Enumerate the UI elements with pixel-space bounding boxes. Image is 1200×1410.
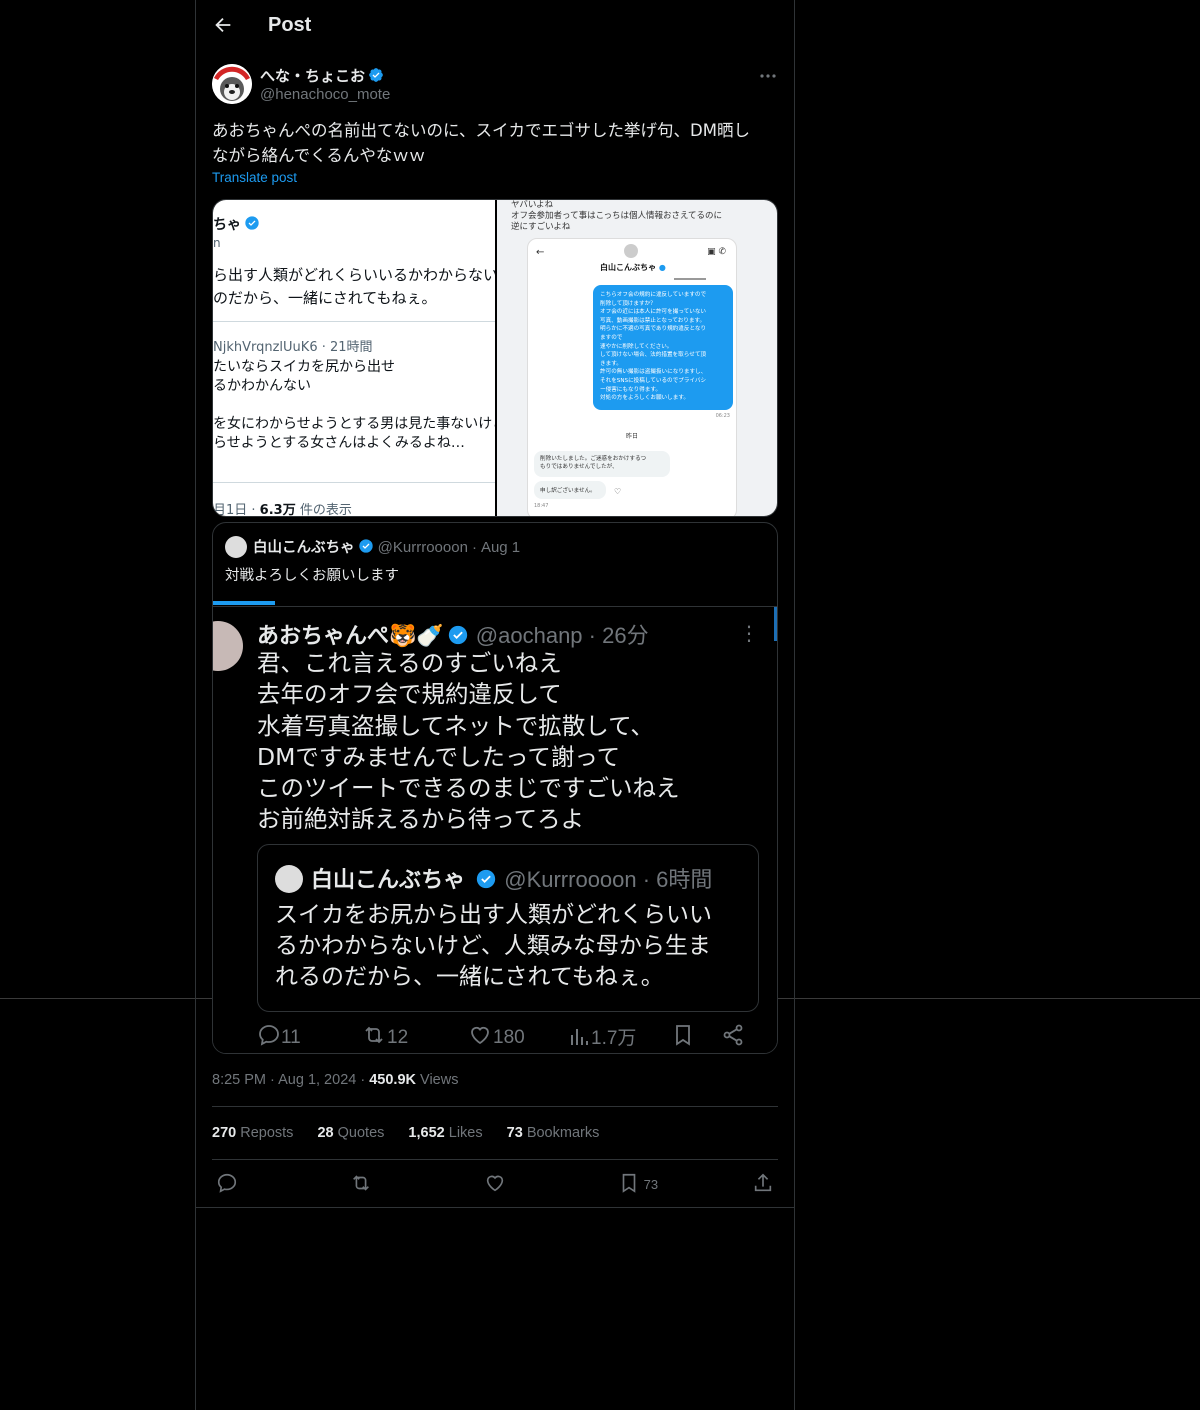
screenshot-text: ら出す人類がどれくらいいるかわからない のだから、一緒にされてもねぇ。 (213, 266, 495, 307)
retweet-icon (353, 1175, 369, 1191)
post-stats: 270 Reposts 28 Quotes 1,652 Likes 73 Boo… (212, 1125, 619, 1141)
bookmark-icon (671, 1023, 695, 1049)
embedded-quoted-text: スイカをお尻から出す人類がどれくらいい るかわからないけど、人類みな母から生ま … (275, 902, 712, 990)
embedded-reply-count: 11 (257, 1023, 301, 1049)
divider (212, 1159, 778, 1160)
dm-bubble-gray: 削除いたしました。ご迷惑をおかけするつ もりではありませんでしたが、 (534, 451, 670, 477)
embedded-quoted-tweet: 白山こんぶちゃ @Kurrroooon · 6時間 スイカをお尻から出す人類がど… (257, 844, 759, 1012)
post-text: あおちゃんぺの名前出てないのに、スイカでエゴサした挙げ句、DM晒し ながら絡んで… (212, 121, 750, 165)
bookmark-icon (622, 1173, 636, 1193)
reply-icon (217, 1173, 237, 1193)
verified-badge-icon (358, 539, 373, 553)
avatar (213, 621, 243, 671)
verified-badge-icon (245, 216, 259, 230)
verified-badge-icon (448, 625, 467, 645)
post-action-bar: 73 (212, 1170, 778, 1200)
quoted-post-header: 白山こんぶちゃ @Kurrroooon · Aug 1 (225, 536, 520, 558)
embedded-like-count: 180 (467, 1023, 525, 1049)
back-arrow-icon: ← (536, 247, 545, 258)
dm-name: 白山こんぶちゃ ● (600, 263, 666, 272)
screenshot-reply-text: たいならスイカを尻から出せ るかわかんない (213, 359, 395, 394)
reply-button[interactable] (216, 1172, 238, 1194)
avatar (624, 244, 638, 258)
repost-button[interactable] (349, 1172, 373, 1194)
share-icon (721, 1023, 745, 1049)
reply-icon (259, 1025, 279, 1046)
media-image-right[interactable]: ヤバいよね オフ会参加者って事はこっちは個人情報おさえてるのに 逆にすごいよね … (497, 200, 777, 516)
quoted-author-avatar (225, 536, 247, 558)
dm-time: 06:23 (715, 413, 730, 419)
dm-bubble-gray: 申し訳ございません。 (534, 481, 606, 499)
views-count: 450.9K (369, 1072, 416, 1088)
heart-icon: ♡ (614, 487, 622, 496)
verified-badge-icon (477, 869, 496, 889)
divider (196, 1207, 794, 1208)
media-image-left[interactable]: ちゃ n ら出す人類がどれくらいいるかわからない のだから、一緒にされてもねぇ。… (213, 200, 495, 517)
divider (213, 321, 495, 322)
embedded-tweet-header: あおちゃんぺ🐯🍼 @aochanp · 26分 (257, 623, 649, 649)
quotes-stat[interactable]: 28 Quotes (317, 1125, 384, 1141)
post-date[interactable]: Aug 1, 2024 (278, 1072, 356, 1088)
screenshot-reply-header: NjkhVrqnzlUuK6 · 21時間 (213, 340, 373, 355)
post-author: へな・ちょこお @henachoco_mote (212, 64, 778, 108)
main-column: Post へな・ちょこお @henachoco_mote あおちゃんぺの名前出て… (195, 0, 795, 1410)
quoted-post-text: 対戦よろしくお願いします (225, 568, 399, 584)
dm-time: 18:47 (534, 503, 549, 509)
post-timestamp: 8:25 PM · Aug 1, 2024 · 450.9K Views (212, 1072, 459, 1088)
screenshot-footer: 月1日 · 6.3万 件の表示 (213, 503, 352, 517)
quoted-post-image[interactable]: あおちゃんぺ🐯🍼 @aochanp · 26分 ⋮ 君、これ言えるのすごいねえ … (213, 601, 777, 1053)
quoted-post-date: Aug 1 (480, 539, 521, 556)
screenshot-name: ちゃ (213, 214, 260, 234)
embedded-quoted-header: 白山こんぶちゃ @Kurrroooon · 6時間 (275, 862, 712, 894)
embedded-view-count: 1.7万 (567, 1023, 636, 1050)
separator-dot: · (471, 539, 477, 556)
author-display-name[interactable]: へな・ちょこお (260, 65, 384, 86)
bookmarks-stat[interactable]: 73 Bookmarks (507, 1125, 600, 1141)
divider (213, 482, 495, 483)
post-time[interactable]: 8:25 PM (212, 1072, 266, 1088)
retweet-icon (365, 1026, 383, 1044)
share-button[interactable] (752, 1172, 774, 1194)
dm-bubble-blue: こちらオフ会の規約に違反していますので 削除して頂けますか？ オフ会の近には本人… (593, 285, 733, 410)
analytics-icon (571, 1029, 588, 1045)
page-header: Post (196, 0, 794, 54)
verified-badge-icon (369, 68, 383, 82)
views-label: Views (420, 1072, 459, 1088)
screenshot-top-text: ヤバいよね オフ会参加者って事はこっちは個人情報おさえてるのに 逆にすごいよね (511, 200, 723, 232)
dm-screenshot: ← ▣ ✆ 白山こんぶちゃ ● こちらオフ会の規約に違反していますので 削除して… (527, 238, 737, 516)
heart-icon (486, 1175, 504, 1192)
more-options-icon: ⋮ (739, 621, 759, 645)
divider (212, 1106, 778, 1107)
embedded-retweet-count: 12 (361, 1023, 408, 1049)
page-title: Post (268, 14, 312, 36)
bookmark-count: 73 (643, 1177, 659, 1192)
scrollbar (774, 607, 777, 641)
quoted-author-name: 白山こんぶちゃ (253, 540, 355, 556)
dm-date-label: 昨日 (626, 433, 639, 440)
embedded-action-bar: 11 12 180 1.7万 (257, 1023, 757, 1053)
avatar (275, 865, 303, 893)
back-arrow-icon[interactable] (212, 14, 234, 36)
screenshot-reply-text-2: を女にわからせようとする男は見た事ないけど らせようとする女さんはよくみるよね… (213, 416, 495, 451)
call-video-icon: ▣ ✆ (707, 247, 726, 257)
share-icon (754, 1173, 772, 1192)
bookmark-button[interactable]: 73 (618, 1172, 658, 1194)
divider (674, 278, 706, 280)
author-handle[interactable]: @henachoco_mote (260, 86, 390, 103)
quoted-post[interactable]: 白山こんぶちゃ @Kurrroooon · Aug 1 対戦よろしくお願いします あお… (212, 522, 778, 1054)
embedded-tweet-text: 君、これ言えるのすごいねえ 去年のオフ会で規約違反して 水着写真盗撮してネットで… (257, 649, 680, 834)
post-media[interactable]: ちゃ n ら出す人類がどれくらいいるかわからない のだから、一緒にされてもねぇ。… (212, 199, 778, 517)
divider (213, 606, 777, 607)
like-button[interactable] (484, 1172, 506, 1194)
heart-icon (471, 1026, 489, 1045)
reposts-stat[interactable]: 270 Reposts (212, 1125, 293, 1141)
screenshot-handle: n (213, 236, 221, 250)
more-options-icon[interactable] (758, 68, 778, 84)
translate-post-link[interactable]: Translate post (212, 170, 297, 185)
author-avatar[interactable] (212, 64, 252, 104)
likes-stat[interactable]: 1,652 Likes (408, 1125, 482, 1141)
video-progress-bar (213, 601, 275, 605)
quoted-author-handle: @Kurrroooon (377, 539, 468, 556)
